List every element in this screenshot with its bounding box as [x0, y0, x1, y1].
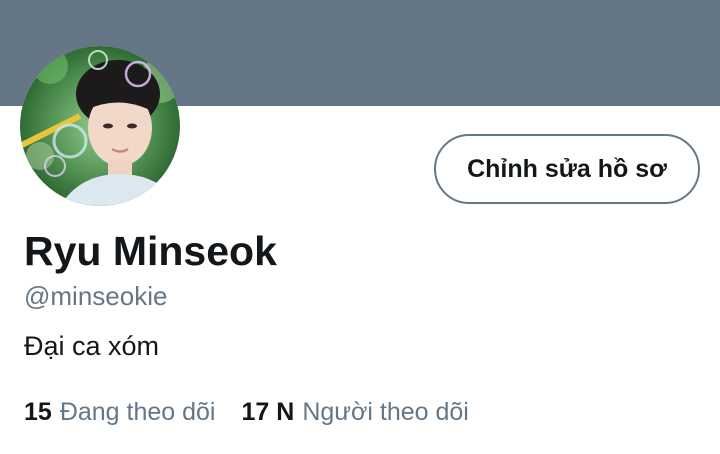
followers-link[interactable]: 17 N Người theo dõi	[242, 396, 469, 428]
display-name: Ryu Minseok	[24, 228, 277, 274]
avatar-image	[20, 46, 180, 206]
followers-label: Người theo dõi	[302, 398, 469, 426]
following-label: Đang theo dõi	[59, 398, 216, 426]
profile-bio: Đại ca xóm	[24, 331, 160, 361]
edit-profile-button[interactable]: Chỉnh sửa hồ sơ	[434, 134, 700, 204]
follow-stats: 15 Đang theo dõi 17 N Người theo dõi	[24, 396, 469, 428]
avatar[interactable]	[20, 46, 180, 206]
following-link[interactable]: 15 Đang theo dõi	[24, 396, 216, 428]
followers-count: 17 N	[241, 398, 295, 426]
username-handle: @minseokie	[24, 281, 168, 311]
following-count: 15	[24, 398, 52, 426]
